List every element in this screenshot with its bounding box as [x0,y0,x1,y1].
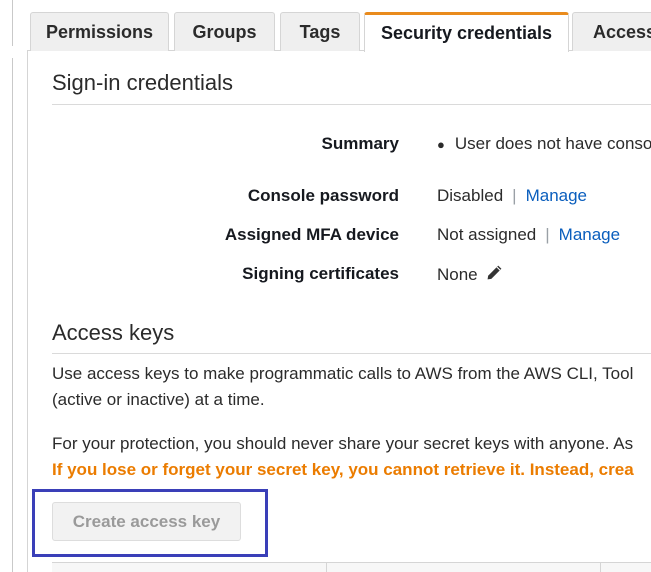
left-gutter [0,0,27,572]
access-keys-description-line1: Use access keys to make programmatic cal… [52,364,634,383]
console-password-status: Disabled [437,186,504,205]
mfa-device-label: Assigned MFA device [224,225,399,244]
signing-certificates-label: Signing certificates [242,264,399,283]
tab-bar: Permissions Groups Tags Security credent… [27,12,651,52]
gutter-divider [12,0,13,46]
table-column-divider [326,563,327,572]
bullet-icon: ● [437,136,445,152]
summary-label: Summary [321,134,399,153]
access-keys-description-line2: (active or inactive) at a time. [52,390,265,409]
pipe-separator: | [545,225,550,244]
section-divider [52,104,651,105]
tab-access-advisor[interactable]: Access [572,12,651,51]
tab-permissions[interactable]: Permissions [30,12,169,51]
section-divider [52,353,651,354]
signing-certificates-value: None [437,264,503,286]
pipe-separator: | [512,186,517,205]
protection-note: For your protection, you should never sh… [52,434,634,453]
access-keys-heading: Access keys [52,320,175,345]
tab-groups[interactable]: Groups [174,12,275,51]
pencil-icon[interactable] [486,264,503,286]
manage-mfa-link[interactable]: Manage [559,225,620,245]
tab-tags[interactable]: Tags [280,12,360,51]
signin-credentials-heading: Sign-in credentials [52,70,233,95]
gutter-divider [12,58,13,572]
mfa-device-status: Not assigned [437,225,537,244]
secret-key-warning: If you lose or forget your secret key, y… [52,460,634,479]
table-column-divider [600,563,601,572]
console-password-value: Disabled | Manage [437,186,587,206]
access-keys-table-header [52,562,651,572]
summary-text: User does not have conso [454,134,651,153]
highlight-box [32,489,268,557]
tab-security-credentials[interactable]: Security credentials [364,12,569,52]
console-password-label: Console password [247,186,399,205]
mfa-device-value: Not assigned | Manage [437,225,620,245]
summary-value: ● User does not have conso [437,134,651,154]
signing-certificates-status: None [437,265,478,284]
manage-console-password-link[interactable]: Manage [526,186,587,206]
